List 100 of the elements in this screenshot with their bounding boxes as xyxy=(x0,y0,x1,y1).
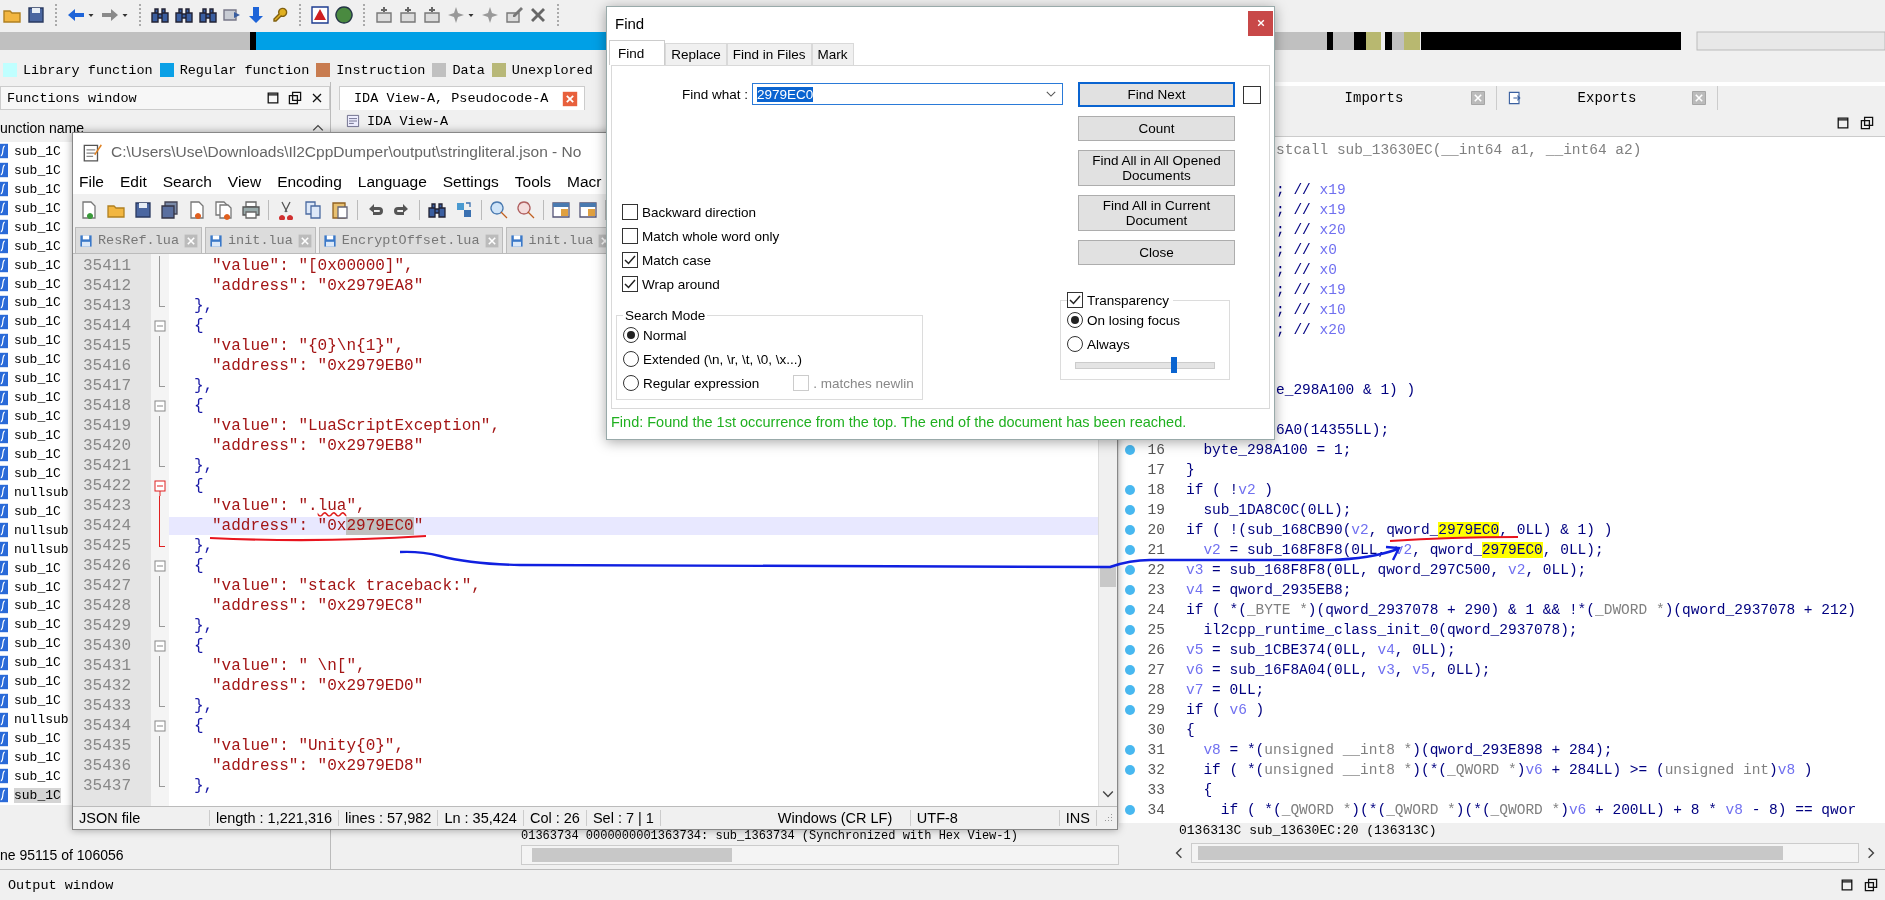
close-file-icon[interactable] xyxy=(187,199,207,220)
print-icon[interactable] xyxy=(241,199,261,220)
dialog-tab[interactable]: Find xyxy=(609,40,666,65)
binoculars-icon[interactable] xyxy=(174,5,194,25)
function-item[interactable]: sub_1C xyxy=(14,143,61,159)
function-item[interactable]: sub_1C xyxy=(14,238,61,254)
function-item[interactable]: sub_1C xyxy=(14,428,61,444)
menu-item[interactable]: Tools xyxy=(514,173,551,191)
save-icon[interactable] xyxy=(26,5,46,25)
function-item[interactable]: sub_1C xyxy=(14,503,61,519)
maximize-icon[interactable] xyxy=(1835,115,1851,131)
function-item[interactable]: sub_1C xyxy=(14,276,61,292)
function-item[interactable]: sub_1C xyxy=(14,219,61,235)
add-code-icon[interactable] xyxy=(398,5,418,25)
scissors-icon[interactable] xyxy=(276,199,296,220)
menu-item[interactable]: Search xyxy=(162,173,212,191)
binoculars-icon[interactable] xyxy=(198,5,218,25)
function-item[interactable]: sub_1C xyxy=(14,465,61,481)
globe-icon[interactable] xyxy=(334,5,354,25)
scroll-thumb[interactable] xyxy=(1100,567,1116,587)
menu-item[interactable]: Settings xyxy=(442,173,499,191)
function-item[interactable]: sub_1C xyxy=(14,787,61,803)
checkbox[interactable] xyxy=(622,276,638,292)
function-item[interactable]: sub_1C xyxy=(14,314,61,330)
copy-icon[interactable] xyxy=(303,199,323,220)
restore-icon[interactable] xyxy=(287,90,303,106)
subview-tab[interactable]: IDA View-A xyxy=(367,113,448,129)
function-item[interactable]: sub_1C xyxy=(14,674,61,690)
zoom-in-icon[interactable] xyxy=(489,199,509,220)
checkbox[interactable] xyxy=(622,204,638,220)
menu-item[interactable]: File xyxy=(79,173,104,191)
save-icon[interactable] xyxy=(133,199,153,220)
function-item[interactable]: sub_1C xyxy=(14,371,61,387)
restore-icon[interactable] xyxy=(1859,115,1875,131)
function-item[interactable]: sub_1C xyxy=(14,200,61,216)
function-item[interactable]: nullsub xyxy=(14,712,69,728)
column-header[interactable]: unction name xyxy=(0,120,310,136)
search-field[interactable]: 2979EC0 xyxy=(752,83,1063,105)
horizontal-scrollbar[interactable] xyxy=(1191,843,1859,863)
function-item[interactable]: sub_1C xyxy=(14,390,61,406)
menu-item[interactable]: Edit xyxy=(120,173,147,191)
function-item[interactable]: sub_1C xyxy=(14,560,61,576)
save-all-icon[interactable] xyxy=(160,199,180,220)
function-item[interactable]: sub_1C xyxy=(14,446,61,462)
radio-button[interactable] xyxy=(1067,336,1083,352)
function-item[interactable]: sub_1C xyxy=(14,257,61,273)
view-tab[interactable]: IDA View-A, Pseudocode-A xyxy=(339,86,586,110)
menu-item[interactable]: Language xyxy=(357,173,427,191)
function-item[interactable]: sub_1C xyxy=(14,333,61,349)
function-item[interactable]: sub_1C xyxy=(14,162,61,178)
checkbox[interactable] xyxy=(1067,292,1083,308)
dialog-button[interactable]: Find All in Current Document xyxy=(1078,195,1235,231)
zoom-out-icon[interactable] xyxy=(516,199,536,220)
function-item[interactable]: sub_1C xyxy=(14,295,61,311)
replace-icon[interactable] xyxy=(454,199,474,220)
split-view-icon[interactable] xyxy=(578,199,598,220)
split-view-icon[interactable] xyxy=(551,199,571,220)
dialog-button[interactable]: Close xyxy=(1078,240,1235,265)
function-item[interactable]: sub_1C xyxy=(14,598,61,614)
checkbox[interactable] xyxy=(622,228,638,244)
function-item[interactable]: sub_1C xyxy=(14,409,61,425)
checkbox[interactable] xyxy=(1243,85,1261,104)
binoculars-icon[interactable] xyxy=(150,5,170,25)
function-item[interactable]: sub_1C xyxy=(14,636,61,652)
function-item[interactable]: sub_1C xyxy=(14,655,61,671)
maximize-icon[interactable] xyxy=(1839,877,1855,893)
function-item[interactable]: sub_1C xyxy=(14,617,61,633)
add-code-icon[interactable] xyxy=(374,5,394,25)
radio-button[interactable] xyxy=(623,375,639,391)
horizontal-scrollbar[interactable] xyxy=(521,845,1119,865)
dialog-button[interactable]: Find All in All Opened Documents xyxy=(1078,150,1235,186)
radio-button[interactable] xyxy=(623,327,639,343)
restore-icon[interactable] xyxy=(1863,877,1879,893)
dialog-tab[interactable]: Find in Files xyxy=(726,43,812,65)
dialog-tab[interactable]: Replace xyxy=(665,43,727,65)
checkbox[interactable] xyxy=(622,252,638,268)
dialog-button[interactable]: Count xyxy=(1078,116,1235,141)
warning-icon[interactable] xyxy=(310,5,330,25)
radio-button[interactable] xyxy=(1067,312,1083,328)
function-item[interactable]: sub_1C xyxy=(14,352,61,368)
dialog-button[interactable]: Find Next xyxy=(1078,82,1235,107)
maximize-icon[interactable] xyxy=(265,90,281,106)
paste-icon[interactable] xyxy=(330,199,350,220)
key-icon[interactable] xyxy=(270,5,290,25)
function-item[interactable]: nullsub xyxy=(14,541,69,557)
add-code-icon[interactable] xyxy=(422,5,442,25)
menu-item[interactable]: View xyxy=(227,173,262,191)
function-item[interactable]: sub_1C xyxy=(14,731,61,747)
slider-thumb[interactable] xyxy=(1170,357,1177,373)
radio-button[interactable] xyxy=(623,351,639,367)
close-all-icon[interactable] xyxy=(214,199,234,220)
function-item[interactable]: sub_1C xyxy=(14,579,61,595)
edit-icon[interactable] xyxy=(504,5,524,25)
function-item[interactable]: sub_1C xyxy=(14,181,61,197)
function-item[interactable]: sub_1C xyxy=(14,749,61,765)
menu-item[interactable]: Encoding xyxy=(277,173,342,191)
dialog-tab[interactable]: Mark xyxy=(811,43,854,65)
menu-item[interactable]: Macr xyxy=(566,173,602,191)
function-item[interactable]: sub_1C xyxy=(14,768,61,784)
close-button[interactable] xyxy=(1248,10,1273,36)
